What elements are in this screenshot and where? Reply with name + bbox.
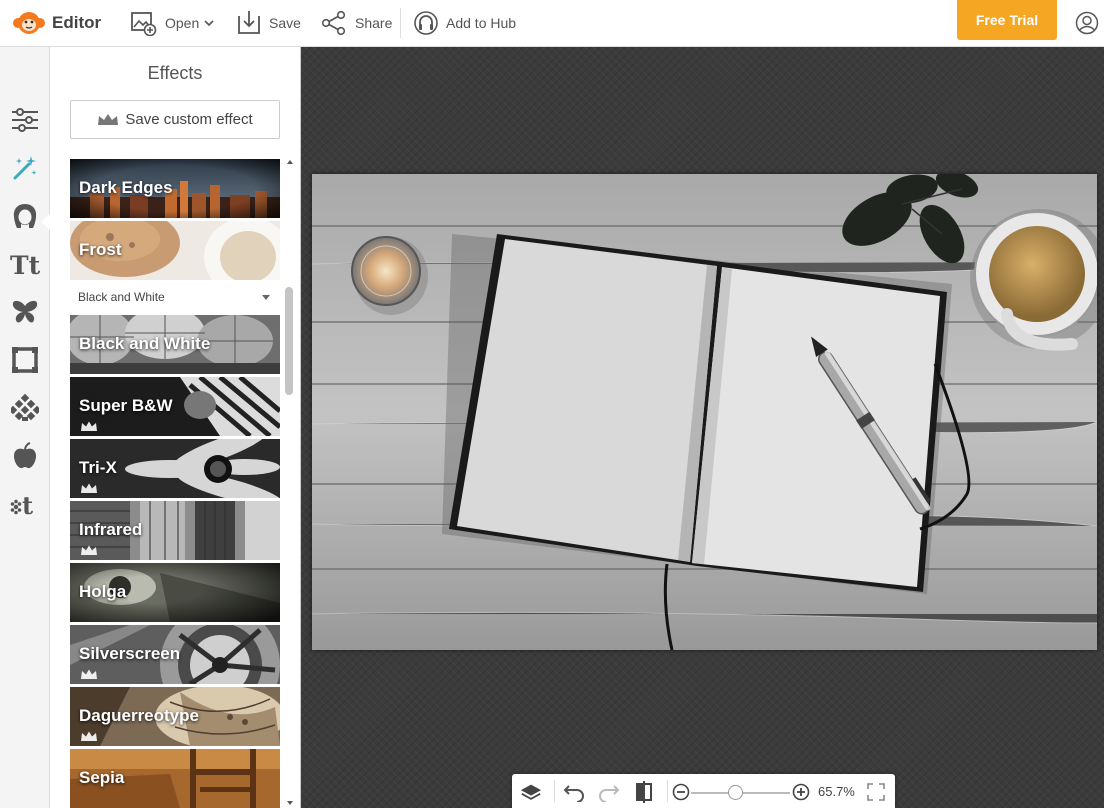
frames-icon bbox=[12, 347, 38, 373]
free-trial-button[interactable]: Free Trial bbox=[957, 0, 1057, 40]
fullscreen-icon bbox=[867, 783, 885, 801]
effect-name: Silverscreen bbox=[79, 644, 181, 663]
toolbar-divider bbox=[554, 780, 555, 802]
svg-text:t: t bbox=[22, 491, 33, 518]
effect-name: Super B&W bbox=[79, 396, 173, 415]
effect-item-daguerreotype[interactable]: Daguerreotype bbox=[70, 687, 280, 746]
rail-text[interactable]: Tt bbox=[8, 247, 42, 281]
open-button[interactable]: Open bbox=[131, 8, 215, 38]
chevron-down-icon bbox=[204, 20, 214, 27]
save-custom-effect-label: Save custom effect bbox=[125, 111, 253, 128]
account-user-icon[interactable] bbox=[1075, 11, 1099, 35]
overlays-butterfly-icon bbox=[12, 300, 38, 323]
effect-name: Sepia bbox=[79, 768, 125, 787]
effect-name: Dark Edges bbox=[79, 178, 173, 197]
effect-item-sepia[interactable]: Sepia bbox=[70, 749, 280, 808]
zoom-in-icon bbox=[792, 783, 810, 801]
photo-preview[interactable] bbox=[312, 174, 1097, 650]
zoom-in-button[interactable] bbox=[790, 781, 812, 803]
themes-apple-icon bbox=[14, 442, 36, 469]
open-label: Open bbox=[165, 15, 200, 31]
scroll-up-arrow-icon[interactable] bbox=[287, 160, 293, 164]
effect-item-dark-edges[interactable]: Dark Edges bbox=[70, 159, 280, 218]
effects-list: Dark Edges Frost Black and White Black a… bbox=[70, 159, 280, 808]
effect-name: Holga bbox=[79, 582, 127, 601]
editor-canvas[interactable] bbox=[301, 47, 1104, 808]
rail-frames[interactable] bbox=[8, 343, 42, 377]
compare-icon bbox=[636, 781, 652, 803]
share-icon bbox=[321, 10, 346, 36]
adjust-sliders-icon bbox=[12, 108, 38, 132]
rail-effects[interactable] bbox=[8, 151, 42, 185]
open-image-icon bbox=[131, 12, 157, 36]
retouch-face-icon bbox=[13, 204, 37, 228]
app-title: Editor bbox=[52, 13, 102, 32]
effect-name: Daguerreotype bbox=[79, 706, 199, 725]
premium-crown-icon bbox=[81, 731, 97, 741]
share-button[interactable]: Share bbox=[321, 8, 392, 38]
save-custom-effect-button[interactable]: Save custom effect bbox=[70, 100, 280, 139]
effect-item-infrared[interactable]: Infrared bbox=[70, 501, 280, 560]
effect-name: Frost bbox=[79, 240, 122, 259]
zoom-level-readout: 65.7% bbox=[818, 784, 855, 799]
redo-icon bbox=[599, 785, 620, 802]
effect-item-super-bw[interactable]: Super B&W bbox=[70, 377, 280, 436]
effect-category-value: Black and White bbox=[78, 290, 165, 304]
effect-item-silverscreen[interactable]: Silverscreen bbox=[70, 625, 280, 684]
photo-image bbox=[312, 174, 1097, 650]
add-to-hub-label: Add to Hub bbox=[446, 15, 517, 31]
rail-overlays[interactable] bbox=[8, 295, 42, 329]
premium-crown-icon bbox=[81, 483, 97, 493]
effect-item-tri-x[interactable]: Tri-X bbox=[70, 439, 280, 498]
undo-icon bbox=[563, 785, 584, 802]
layers-button[interactable] bbox=[520, 781, 542, 803]
save-label: Save bbox=[269, 15, 301, 31]
panel-title: Effects bbox=[147, 63, 203, 83]
share-label: Share bbox=[355, 15, 393, 31]
effects-panel: Effects Save custom effect Dark Edges Fr… bbox=[50, 47, 301, 808]
text-icon: Tt bbox=[10, 251, 41, 278]
chevron-down-icon bbox=[262, 294, 270, 300]
textures-icon bbox=[11, 394, 39, 421]
effects-wand-icon bbox=[13, 156, 37, 180]
effect-item-holga[interactable]: Holga bbox=[70, 563, 280, 622]
crown-icon bbox=[98, 113, 119, 125]
svg-text:Tt: Tt bbox=[10, 251, 41, 278]
effect-category-select[interactable]: Black and White bbox=[70, 282, 280, 312]
toolbar-divider bbox=[667, 780, 668, 802]
scroll-down-arrow-icon[interactable] bbox=[287, 801, 293, 805]
canvas-bottom-toolbar: 65.7% bbox=[512, 774, 895, 808]
zoom-slider-handle[interactable] bbox=[728, 785, 743, 800]
rail-adjust[interactable] bbox=[8, 103, 42, 137]
premium-crown-icon bbox=[81, 545, 97, 555]
design-tumblr-icon: t bbox=[10, 491, 33, 518]
effect-name: Tri-X bbox=[79, 458, 117, 477]
rail-touch-up[interactable] bbox=[8, 199, 42, 233]
effect-name: Infrared bbox=[79, 520, 143, 539]
effect-name: Black and White bbox=[79, 334, 211, 353]
zoom-out-icon bbox=[672, 783, 690, 801]
fullscreen-button[interactable] bbox=[865, 781, 887, 803]
tool-rail: Tt t bbox=[0, 47, 51, 808]
rail-design[interactable]: t bbox=[8, 487, 42, 521]
add-to-hub-button[interactable]: Add to Hub bbox=[414, 8, 516, 38]
premium-crown-icon bbox=[81, 421, 97, 431]
layers-icon bbox=[520, 784, 542, 800]
premium-crown-icon bbox=[81, 669, 97, 679]
undo-button[interactable] bbox=[563, 781, 585, 803]
save-button[interactable]: Save bbox=[237, 8, 301, 38]
zoom-out-button[interactable] bbox=[670, 781, 692, 803]
effect-item-black-and-white[interactable]: Black and White bbox=[70, 315, 280, 374]
hub-headphones-icon bbox=[414, 11, 438, 35]
rail-textures[interactable] bbox=[8, 391, 42, 425]
picmonkey-logo-icon[interactable] bbox=[12, 10, 46, 36]
rail-themes[interactable] bbox=[8, 439, 42, 473]
effect-item-frost[interactable]: Frost bbox=[70, 221, 280, 280]
redo-button[interactable] bbox=[598, 781, 620, 803]
effects-scrollbar-thumb[interactable] bbox=[285, 287, 293, 395]
save-download-icon bbox=[238, 11, 260, 34]
top-toolbar: Editor Open Save Share Add to Hub Free T… bbox=[0, 0, 1104, 47]
toolbar-divider bbox=[400, 8, 401, 38]
compare-button[interactable] bbox=[633, 781, 655, 803]
